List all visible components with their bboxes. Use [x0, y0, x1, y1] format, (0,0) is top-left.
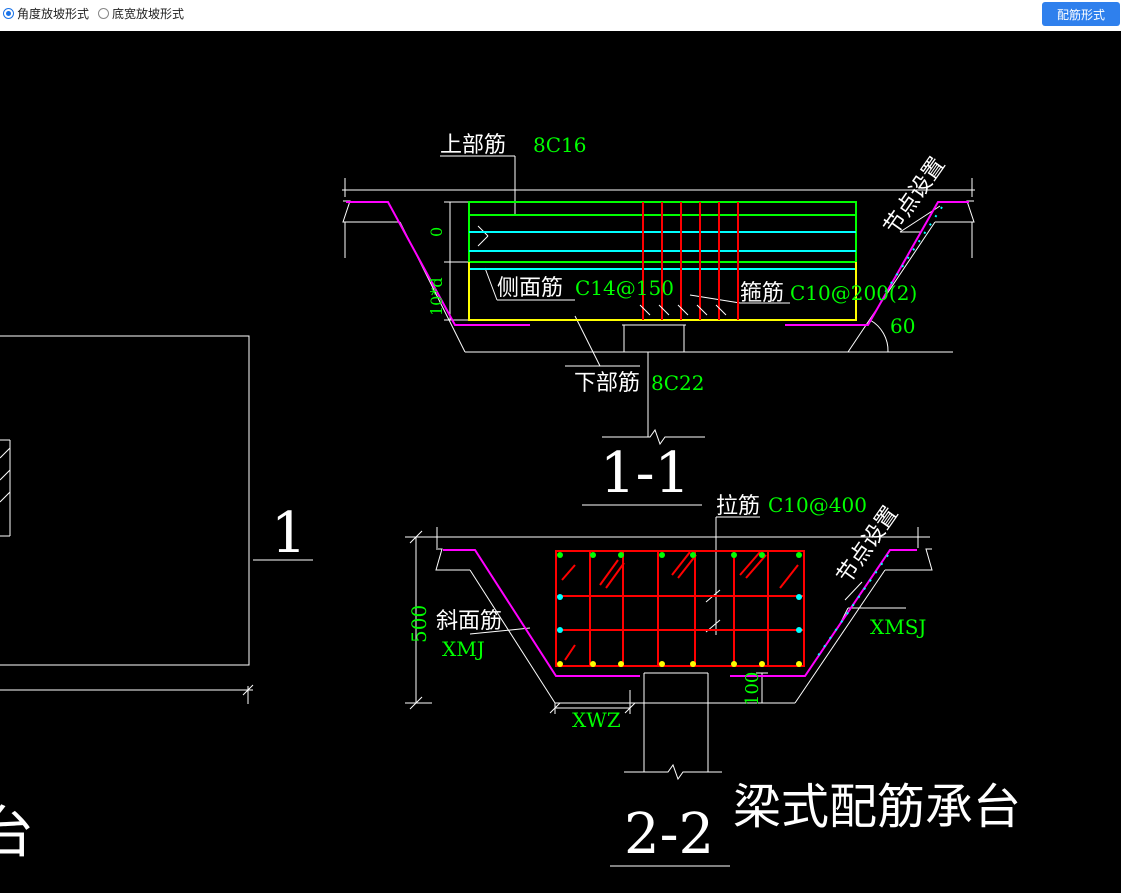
rebar-dots [557, 552, 802, 667]
cad-drawing: 1 台 上部筋 8C16 侧面筋 C14@150 箍筋 C10@200(2) 下… [0, 133, 1021, 867]
angle-slope-radio[interactable]: 角度放坡形式 [3, 5, 89, 22]
side-bar-value: C14@150 [575, 276, 674, 300]
dim-zero: 0 [427, 227, 446, 237]
stirrup-label: 箍筋 [740, 281, 784, 306]
angle-value: 60 [890, 314, 915, 338]
top-bar-label: 上部筋 [440, 133, 506, 158]
bottom-bar-value: 8C22 [651, 371, 704, 395]
side-bar-label: 侧面筋 [497, 276, 563, 301]
toolbar: 角度放坡形式 底宽放坡形式 配筋形式 [0, 0, 1121, 31]
tie-bar-value: C10@400 [768, 493, 867, 517]
top-bar-value: 8C16 [533, 133, 586, 157]
plan-section-mark: 1 [271, 501, 307, 566]
width-slope-label: 底宽放坡形式 [112, 7, 185, 21]
rebar-form-button[interactable]: 配筋形式 [1042, 2, 1120, 26]
node-setting-1[interactable]: 节点设置 [879, 153, 950, 239]
width-slope-radio[interactable]: 底宽放坡形式 [98, 5, 184, 22]
angle-slope-label: 角度放坡形式 [17, 7, 90, 21]
bottom-bar-label: 下部筋 [574, 371, 640, 396]
section-1-1-title: 1-1 [600, 441, 690, 506]
cad-drawing-canvas[interactable]: 1 台 上部筋 8C16 侧面筋 C14@150 箍筋 C10@200(2) 下… [0, 31, 1121, 889]
dim-10d: 10*d [427, 277, 446, 316]
tie-bar-label: 拉筋 [716, 494, 760, 519]
main-title: 梁式配筋承台 [733, 779, 1021, 835]
stirrup-value: C10@200(2) [790, 281, 917, 305]
xmsj-label: XMSJ [870, 615, 926, 639]
xwz-label: XWZ [572, 708, 621, 732]
plan-partial-title: 台 [0, 801, 34, 866]
slope-bar-label: 斜面筋 [436, 609, 502, 634]
dim-100: 100 [742, 672, 763, 706]
dim-500: 500 [407, 605, 431, 643]
slope-bar-code: XMJ [442, 637, 485, 661]
plan-view [0, 335, 313, 704]
radio-unchecked-icon[interactable] [98, 8, 109, 19]
radio-checked-icon[interactable] [3, 8, 14, 19]
section-2-2-title: 2-2 [624, 802, 714, 867]
